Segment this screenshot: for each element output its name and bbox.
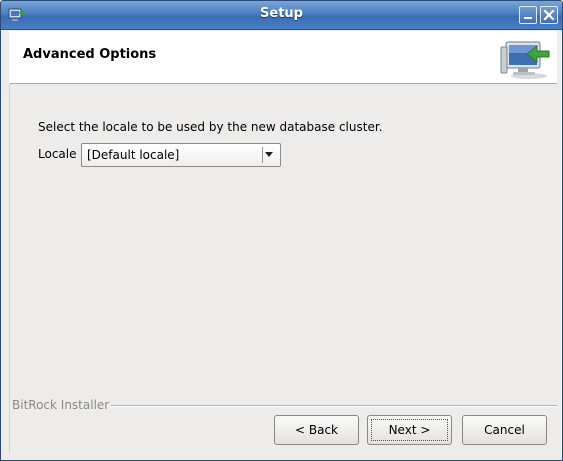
- computer-install-icon: [500, 41, 550, 79]
- combo-separator: [262, 147, 263, 163]
- locale-select[interactable]: [Default locale]: [81, 143, 281, 167]
- locale-label: Locale: [38, 147, 77, 161]
- chevron-down-icon[interactable]: [265, 152, 273, 157]
- close-button[interactable]: [540, 6, 558, 24]
- minimize-icon: [524, 17, 532, 19]
- locale-description: Select the locale to be used by the new …: [38, 120, 383, 134]
- window-title: Setup: [260, 6, 303, 21]
- cancel-button-label: Cancel: [484, 423, 525, 437]
- page-header: Advanced Options: [9, 31, 557, 84]
- locale-select-value: [Default locale]: [87, 148, 180, 162]
- back-button-label: < Back: [294, 423, 338, 437]
- setup-window: Setup Advanced Options Select the locale…: [0, 0, 563, 461]
- page-title: Advanced Options: [23, 47, 157, 62]
- cancel-button[interactable]: Cancel: [462, 415, 547, 445]
- title-bar[interactable]: Setup: [1, 1, 562, 30]
- next-button-label: Next >: [388, 423, 431, 437]
- close-icon: [543, 9, 555, 21]
- panel-divider: [9, 83, 10, 453]
- back-button[interactable]: < Back: [274, 415, 359, 445]
- next-button[interactable]: Next >: [367, 415, 452, 445]
- minimize-button[interactable]: [519, 6, 537, 24]
- installer-brand: BitRock Installer: [12, 398, 110, 412]
- footer-divider: [111, 405, 557, 407]
